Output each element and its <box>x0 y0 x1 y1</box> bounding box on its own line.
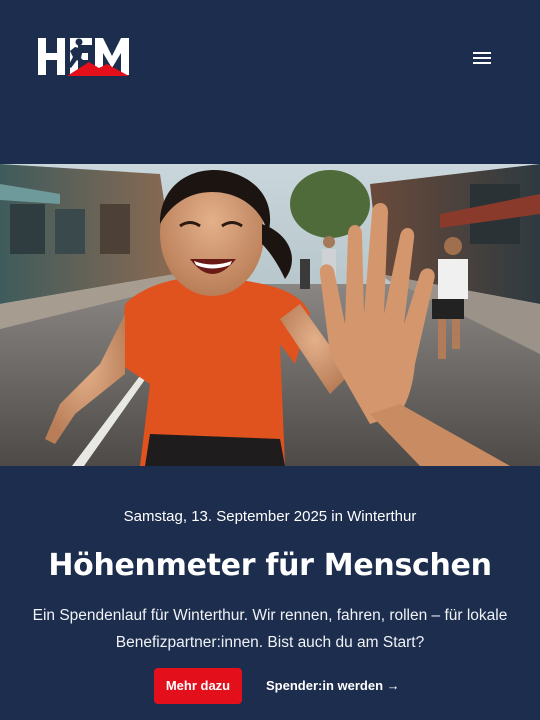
runner-high-five-photo <box>0 164 540 466</box>
event-description: Ein Spendenlauf für Winterthur. Wir renn… <box>32 607 508 651</box>
hamburger-menu-icon <box>473 52 491 64</box>
site-header <box>0 0 540 120</box>
logo-mark <box>38 38 129 76</box>
logo[interactable] <box>37 36 133 78</box>
cta-row: Mehr dazu Spender:in werden → <box>0 668 540 704</box>
hero-image <box>0 164 540 466</box>
more-info-button[interactable]: Mehr dazu <box>154 668 242 704</box>
event-intro: Samstag, 13. September 2025 in Winterthu… <box>0 500 540 656</box>
page-title: Höhenmeter für Menschen <box>48 548 492 583</box>
event-date: Samstag, 13. September 2025 in Winterthu… <box>123 508 417 525</box>
become-donor-link[interactable]: Spender:in werden → <box>266 668 400 704</box>
menu-button[interactable] <box>466 44 498 72</box>
